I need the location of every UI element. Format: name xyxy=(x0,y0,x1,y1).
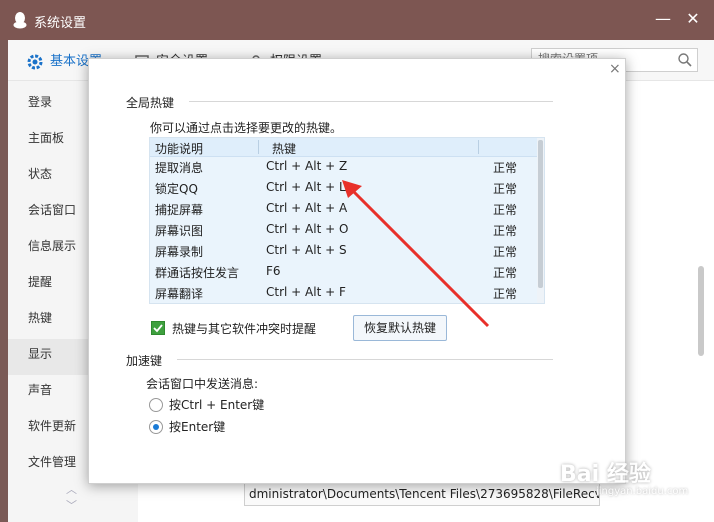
radio-enter[interactable] xyxy=(149,420,163,434)
conflict-reminder-label[interactable]: 热键与其它软件冲突时提醒 xyxy=(172,320,316,337)
hotkey-function: 屏幕录制 xyxy=(155,245,204,259)
section-title-accelerators: 加速键 xyxy=(126,352,169,369)
hotkey-function: 锁定QQ xyxy=(155,182,198,196)
sidebar-item-main-panel[interactable]: 主面板 xyxy=(28,129,64,146)
sidebar-item-file-management[interactable]: 文件管理 xyxy=(28,453,76,470)
send-message-label: 会话窗口中发送消息: xyxy=(146,377,259,391)
content-scrollbar[interactable] xyxy=(698,266,704,356)
hotkey-status: 正常 xyxy=(493,245,518,259)
hotkey-table: 功能说明 热键 提取消息 Ctrl + Alt + Z 正常 锁定QQ Ctrl… xyxy=(149,137,545,304)
hotkey-combo: Ctrl + Alt + O xyxy=(266,222,349,236)
hotkey-combo: Ctrl + Alt + L xyxy=(266,180,346,194)
chevron-up-icon[interactable]: ︿ xyxy=(66,481,77,497)
hotkey-function: 捕捉屏幕 xyxy=(155,203,204,217)
close-button[interactable]: ✕ xyxy=(682,8,704,30)
hotkey-combo: Ctrl + Alt + A xyxy=(266,201,348,215)
hotkey-combo: Ctrl + Alt + F xyxy=(266,285,346,299)
hotkey-status: 正常 xyxy=(493,224,518,238)
table-row[interactable]: 屏幕翻译 Ctrl + Alt + F 正常 xyxy=(150,283,536,303)
hotkey-combo: Ctrl + Alt + Z xyxy=(266,159,348,173)
divider xyxy=(177,359,553,360)
minimize-button[interactable]: — xyxy=(652,8,674,30)
gear-icon xyxy=(27,54,43,69)
sidebar-item-login[interactable]: 登录 xyxy=(28,93,52,110)
conflict-reminder-checkbox[interactable] xyxy=(151,321,165,335)
hotkey-function: 屏幕识图 xyxy=(155,224,204,238)
hotkey-status: 正常 xyxy=(493,266,518,280)
hotkey-status: 正常 xyxy=(493,182,518,196)
sidebar-item-info-display[interactable]: 信息展示 xyxy=(28,237,76,254)
sidebar-item-reminder[interactable]: 提醒 xyxy=(28,273,52,290)
section-title-global-hotkeys: 全局热键 xyxy=(126,94,181,111)
divider xyxy=(189,101,553,102)
watermark-url: jingyan.baidu.com xyxy=(596,486,689,497)
hotkey-combo: Ctrl + Alt + S xyxy=(266,243,347,257)
hotkey-function: 群通话按住发言 xyxy=(155,266,240,280)
radio-label-enter[interactable]: 按Enter键 xyxy=(169,418,225,435)
column-separator xyxy=(258,140,259,154)
table-row[interactable]: 提取消息 Ctrl + Alt + Z 正常 xyxy=(150,157,536,178)
hotkey-function: 提取消息 xyxy=(155,161,204,175)
column-header-function: 功能说明 xyxy=(155,142,204,156)
hotkey-dialog: × 全局热键 你可以通过点击选择要更改的热键。 功能说明 热键 提取消息 Ctr… xyxy=(88,58,626,484)
file-path-field[interactable]: dministrator\Documents\Tencent Files\273… xyxy=(244,482,600,506)
restore-default-hotkeys-button[interactable]: 恢复默认热键 xyxy=(353,315,447,341)
table-scrollbar[interactable] xyxy=(537,138,544,303)
sidebar-item-sound[interactable]: 声音 xyxy=(28,381,52,398)
radio-label-ctrl-enter[interactable]: 按Ctrl + Enter键 xyxy=(169,396,264,413)
table-row[interactable]: 捕捉屏幕 Ctrl + Alt + A 正常 xyxy=(150,199,536,220)
scrollbar-thumb[interactable] xyxy=(538,140,543,288)
hotkey-combo: F6 xyxy=(266,264,281,278)
sidebar-item-display[interactable]: 显示 xyxy=(28,345,52,362)
sidebar-item-chat-window[interactable]: 会话窗口 xyxy=(28,201,76,218)
table-row[interactable]: 屏幕录制 Ctrl + Alt + S 正常 xyxy=(150,241,536,262)
sidebar-item-software-update[interactable]: 软件更新 xyxy=(28,417,76,434)
radio-ctrl-enter[interactable] xyxy=(149,398,163,412)
title-bar: 系统设置 — ✕ xyxy=(0,0,714,40)
watermark-logo: Bai 经验 xyxy=(560,462,651,487)
table-header: 功能说明 热键 xyxy=(150,138,544,157)
checkmark-icon xyxy=(153,324,163,333)
table-row[interactable]: 锁定QQ Ctrl + Alt + L 正常 xyxy=(150,178,536,199)
qq-penguin-icon xyxy=(13,12,27,29)
hotkey-status: 正常 xyxy=(493,203,518,217)
column-header-hotkey: 热键 xyxy=(272,142,297,156)
sidebar-item-status[interactable]: 状态 xyxy=(28,165,52,182)
hotkey-function: 屏幕翻译 xyxy=(155,287,204,301)
hotkey-hint: 你可以通过点击选择要更改的热键。 xyxy=(150,121,343,135)
dialog-close-button[interactable]: × xyxy=(609,61,621,77)
window-title: 系统设置 xyxy=(34,16,87,31)
hotkey-status: 正常 xyxy=(493,287,518,301)
table-row[interactable]: 群通话按住发言 F6 正常 xyxy=(150,262,536,283)
radio-selected-dot xyxy=(153,424,159,430)
table-row[interactable]: 屏幕识图 Ctrl + Alt + O 正常 xyxy=(150,220,536,241)
hotkey-status: 正常 xyxy=(493,161,518,175)
column-separator xyxy=(478,140,479,154)
chevron-down-icon[interactable]: ﹀ xyxy=(66,497,77,513)
sidebar-item-hotkeys[interactable]: 热键 xyxy=(28,309,52,326)
search-icon[interactable] xyxy=(677,52,693,68)
